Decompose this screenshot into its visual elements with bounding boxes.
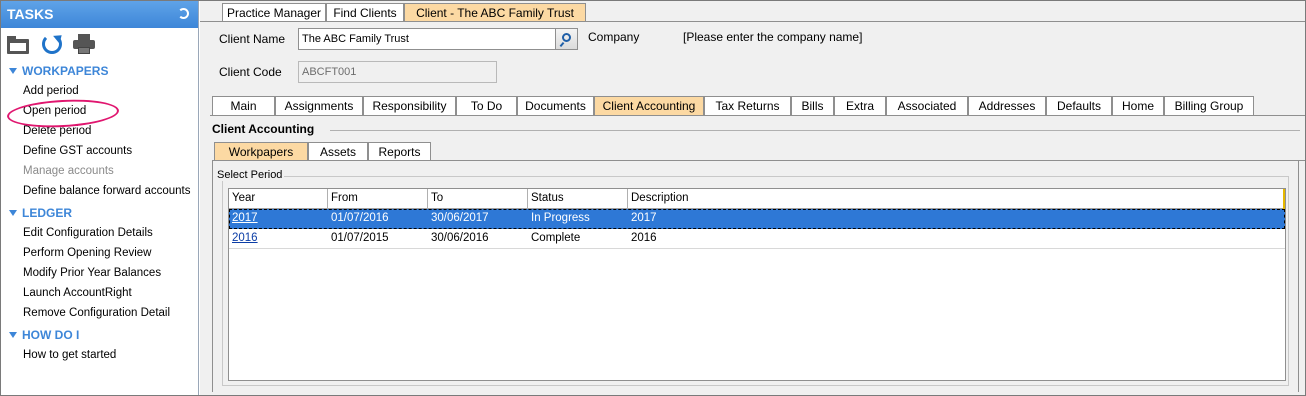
folder-icon[interactable] [7,34,29,54]
main-area: Practice Manager Find Clients Client - T… [200,1,1305,395]
task-perform-opening-review[interactable]: Perform Opening Review [1,244,198,264]
refresh-icon[interactable] [41,31,65,54]
tasks-header: TASKS [1,1,198,28]
description-cell: 2017 [631,212,657,224]
section-how-do-i[interactable]: HOW DO I [1,324,198,346]
divider [330,130,1300,131]
column-header-from[interactable]: From [328,189,428,209]
status-cell: In Progress [531,212,590,224]
task-define-gst-accounts[interactable]: Define GST accounts [1,142,198,162]
table-row[interactable]: 2017 01/07/2016 30/06/2017 In Progress 2… [229,209,1285,229]
year-link[interactable]: 2016 [229,229,328,249]
collapse-icon [9,332,17,338]
task-how-to-get-started[interactable]: How to get started [1,346,198,366]
tab-defaults[interactable]: Defaults [1046,96,1112,115]
task-remove-configuration[interactable]: Remove Configuration Detail [1,304,198,324]
task-add-period[interactable]: Add period [1,82,198,102]
section-title: WORKPAPERS [22,64,109,78]
tab-associated[interactable]: Associated [886,96,968,115]
tab-main[interactable]: Main [212,96,275,115]
from-cell: 01/07/2015 [331,232,389,244]
tab-practice-manager[interactable]: Practice Manager [222,3,326,22]
client-code-label: Client Code [219,65,282,79]
section-ledger[interactable]: LEDGER [1,202,198,224]
tab-assignments[interactable]: Assignments [275,96,363,115]
tasks-title: TASKS [7,6,54,22]
pin-icon[interactable] [178,8,189,19]
tab-addresses[interactable]: Addresses [968,96,1046,115]
client-name-field[interactable]: The ABC Family Trust [298,28,556,50]
section-title: HOW DO I [22,328,80,342]
task-manage-accounts: Manage accounts [23,165,114,177]
tab-bills[interactable]: Bills [791,96,834,115]
tab-workpapers[interactable]: Workpapers [214,142,308,161]
column-header-status[interactable]: Status [528,189,628,209]
tab-client[interactable]: Client - The ABC Family Trust [404,3,586,22]
select-period-label: Select Period [215,169,285,181]
section-title: LEDGER [22,206,73,220]
task-launch-accountright[interactable]: Launch AccountRight [1,284,198,304]
collapse-icon [9,210,17,216]
tab-responsibility[interactable]: Responsibility [363,96,456,115]
tab-billing-group[interactable]: Billing Group [1164,96,1254,115]
search-icon [562,33,571,42]
search-button[interactable] [555,28,578,50]
tasks-toolbar [1,28,198,60]
column-header-year[interactable]: Year [229,189,328,209]
company-label: Company [588,30,640,44]
section-title: Client Accounting [212,122,315,136]
collapse-icon [9,68,17,74]
to-cell: 30/06/2017 [431,212,489,224]
tab-extra[interactable]: Extra [834,96,886,115]
task-define-balance-forward[interactable]: Define balance forward accounts [1,182,198,202]
task-modify-prior-year[interactable]: Modify Prior Year Balances [1,264,198,284]
year-link[interactable]: 2017 [229,209,328,229]
tab-home[interactable]: Home [1112,96,1164,115]
column-header-to[interactable]: To [428,189,528,209]
divider [210,115,1305,116]
tab-tax-returns[interactable]: Tax Returns [704,96,791,115]
table-row[interactable]: 2016 01/07/2015 30/06/2016 Complete 2016 [229,229,1285,249]
tab-to-do[interactable]: To Do [456,96,517,115]
from-cell: 01/07/2016 [331,212,389,224]
grid-header: Year From To Status Description [229,189,1285,209]
tasks-pane: TASKS WORKPAPERS Add period Open period … [1,1,199,395]
to-cell: 30/06/2016 [431,232,489,244]
client-code-field: ABCFT001 [298,61,497,83]
divider [200,21,1305,22]
description-cell: 2016 [631,232,657,244]
section-workpapers[interactable]: WORKPAPERS [1,60,198,82]
tab-reports[interactable]: Reports [368,142,431,161]
status-cell: Complete [531,232,581,244]
tab-client-accounting[interactable]: Client Accounting [594,96,704,115]
tab-assets[interactable]: Assets [308,142,368,161]
client-name-label: Client Name [219,32,286,46]
tab-documents[interactable]: Documents [517,96,594,115]
task-edit-configuration[interactable]: Edit Configuration Details [1,224,198,244]
column-header-description[interactable]: Description [628,189,1285,209]
print-icon[interactable] [73,34,95,54]
tab-find-clients[interactable]: Find Clients [326,3,404,22]
company-value[interactable]: [Please enter the company name] [683,30,862,44]
period-grid: Year From To Status Description 2017 01/… [228,188,1286,381]
